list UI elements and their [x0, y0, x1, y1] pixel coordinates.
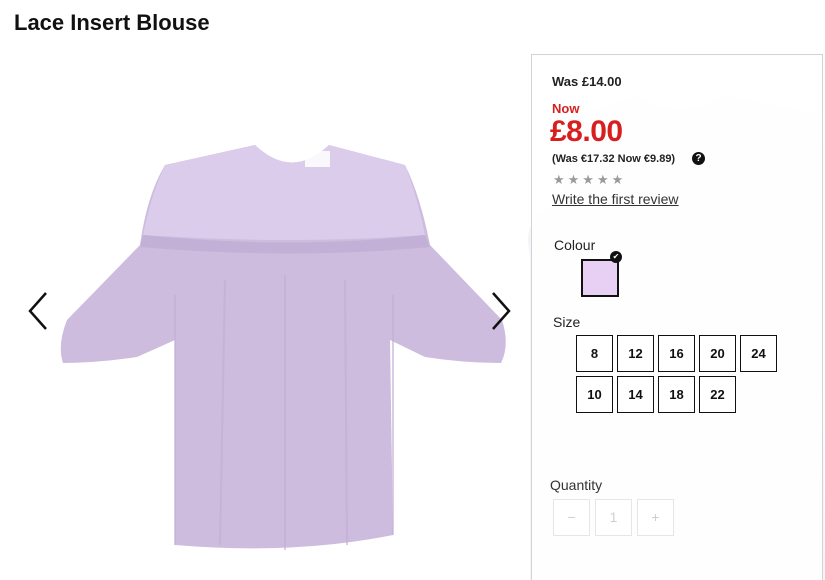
size-option-20[interactable]: 20	[699, 335, 736, 372]
product-title: Lace Insert Blouse	[14, 10, 210, 35]
check-icon: ✔	[610, 251, 622, 263]
chevron-right-icon	[492, 292, 511, 330]
now-label: Now	[552, 101, 580, 116]
quantity-label: Quantity	[550, 477, 603, 493]
blouse-image	[60, 145, 506, 550]
size-option-8[interactable]: 8	[576, 335, 613, 372]
colour-label: Colour	[554, 237, 596, 253]
quantity-stepper: − 1 +	[553, 499, 674, 536]
quantity-increase-button[interactable]: +	[637, 499, 674, 536]
size-option-14[interactable]: 14	[617, 376, 654, 413]
alternate-currency-price: (Was €17.32 Now €9.89)	[552, 153, 676, 165]
product-image-gallery	[0, 55, 530, 579]
chevron-left-icon	[28, 292, 47, 330]
write-review-link[interactable]: Write the first review	[552, 191, 679, 207]
colour-swatch-lilac[interactable]	[581, 259, 619, 297]
size-option-12[interactable]: 12	[617, 335, 654, 372]
next-image-button[interactable]	[483, 289, 517, 333]
size-option-22[interactable]: 22	[699, 376, 736, 413]
size-option-10[interactable]: 10	[576, 376, 613, 413]
now-price: £8.00	[550, 115, 623, 148]
quantity-decrease-button[interactable]: −	[553, 499, 590, 536]
size-option-16[interactable]: 16	[658, 335, 695, 372]
size-label: Size	[553, 314, 581, 330]
size-option-24[interactable]: 24	[740, 335, 777, 372]
quantity-input[interactable]: 1	[595, 499, 632, 536]
size-options: 8 12 16 20 24 10 14 18 22	[576, 335, 786, 413]
size-option-18[interactable]: 18	[658, 376, 695, 413]
question-circle-icon[interactable]: ?	[692, 152, 705, 165]
previous-image-button[interactable]	[22, 289, 56, 333]
rating-stars: ★★★★★	[553, 172, 627, 187]
was-price: Was £14.00	[552, 74, 622, 89]
product-details-panel: Was £14.00 Now £8.00 (Was €17.32 Now €9.…	[531, 54, 823, 580]
